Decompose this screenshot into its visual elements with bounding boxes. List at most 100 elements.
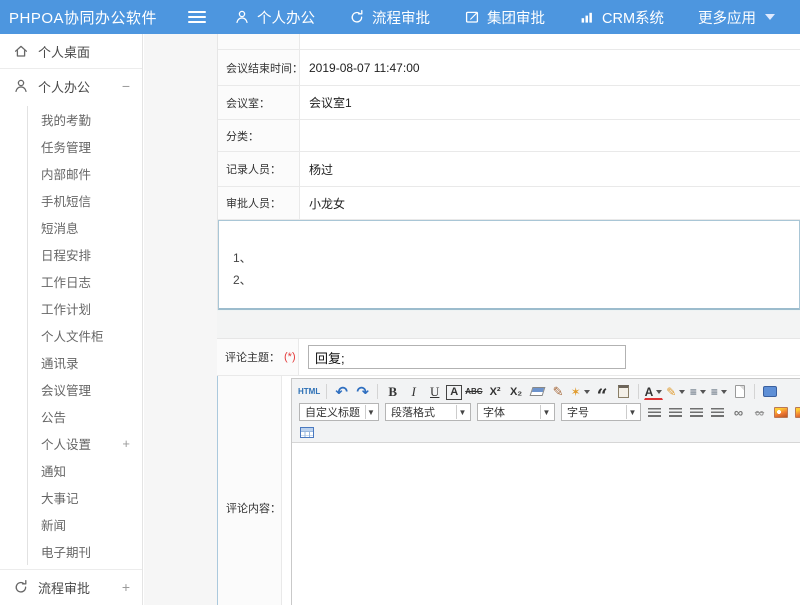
nav-item-personal-office[interactable]: 个人办公 <box>234 7 315 28</box>
sidebar-item[interactable]: 新闻 <box>27 511 142 538</box>
sidebar-item[interactable]: 我的考勤 <box>27 106 142 133</box>
font-name-button[interactable]: A <box>446 385 462 400</box>
sidebar-item[interactable]: 内部邮件 <box>27 160 142 187</box>
new-page-button[interactable] <box>730 383 749 400</box>
collapse-minus-icon[interactable]: − <box>122 78 130 94</box>
field-value: 杨过 <box>300 152 800 186</box>
field-label: 记录人员： <box>218 152 300 186</box>
editor-content-area[interactable] <box>292 442 800 605</box>
font-color-button[interactable]: A <box>644 386 664 400</box>
top-header: PHPOA协同办公软件 个人办公 流程审批 集团审批 CRM系统 更多应用 <box>0 0 800 34</box>
nav-item-group-approval[interactable]: 集团审批 <box>464 7 545 28</box>
image-button[interactable] <box>771 404 790 421</box>
sidebar-item[interactable]: 工作日志 <box>27 268 142 295</box>
unordered-list-button[interactable]: ≡ <box>709 383 728 400</box>
bold-button[interactable]: B <box>383 383 402 400</box>
blockquote-button[interactable]: “ <box>593 383 612 400</box>
caret-down-icon <box>700 390 706 394</box>
sidebar-item[interactable]: 个人文件柜 <box>27 322 142 349</box>
table-row: 会议结束时间：2019-08-07 11:47:00 <box>218 50 800 86</box>
caret-down-icon: ▼ <box>540 405 552 419</box>
font-family-select[interactable]: 字体▼ <box>477 403 555 421</box>
sidebar-item-personal-desktop[interactable]: 个人桌面 <box>0 34 142 68</box>
sidebar-item[interactable]: 通知 <box>27 457 142 484</box>
meeting-content-box: 1、2、 <box>218 220 800 310</box>
nav-item-more-apps[interactable]: 更多应用 <box>698 7 775 28</box>
sidebar-item[interactable]: 工作计划 <box>27 295 142 322</box>
sidebar-item[interactable]: 日程安排 <box>27 241 142 268</box>
sidebar-item[interactable]: 通讯录 <box>27 349 142 376</box>
align-center-button[interactable] <box>666 404 685 421</box>
sidebar-item[interactable]: 会议管理 <box>27 376 142 403</box>
expand-plus-icon[interactable]: + <box>122 579 130 595</box>
remove-format-button[interactable] <box>528 383 547 400</box>
chart-icon <box>579 9 595 25</box>
table-row <box>218 34 800 50</box>
highlight-color-button[interactable]: ✎ <box>665 383 686 400</box>
editor-toolbar-row-2: 自定义标题▼ 段落格式▼ 字体▼ 字号▼ ∞∞ <box>292 401 800 422</box>
person-icon <box>13 78 29 94</box>
ordered-list-button[interactable]: ≡ <box>688 383 707 400</box>
comment-content-row: 评论内容： HTML↶↷BIUAABCX²X₂✎✶“A✎≡≡ 自定义标题▼段落格… <box>217 376 800 605</box>
expand-plus-icon[interactable]: + <box>122 436 130 451</box>
sidebar-group-workflow-approval[interactable]: 流程审批 + <box>0 570 142 604</box>
subscript-button[interactable]: X₂ <box>507 383 526 400</box>
custom-heading-select[interactable]: 自定义标题▼ <box>299 403 379 421</box>
caret-down-icon: ▼ <box>456 405 468 419</box>
source-code-button[interactable]: HTML <box>297 383 321 400</box>
font-size-select[interactable]: 字号▼ <box>561 403 641 421</box>
undo-button[interactable]: ↶ <box>332 383 351 400</box>
strikethrough-button[interactable]: ABC <box>464 383 483 400</box>
sidebar-item[interactable]: 大事记 <box>27 484 142 511</box>
multi-image-button[interactable] <box>792 404 800 421</box>
sidebar-item[interactable]: 短消息 <box>27 214 142 241</box>
sidebar-item[interactable]: 任务管理 <box>27 133 142 160</box>
format-brush-button[interactable]: ✎ <box>549 383 568 400</box>
paste-button[interactable] <box>614 383 633 400</box>
sidebar-item[interactable]: 电子期刊 <box>27 538 142 565</box>
insert-table-button[interactable] <box>297 424 316 441</box>
nav-item-label: CRM系统 <box>602 7 664 28</box>
comment-subject-input[interactable] <box>308 345 626 369</box>
required-mark: (*) <box>284 351 296 363</box>
align-right-button[interactable] <box>687 404 706 421</box>
fullscreen-button[interactable] <box>760 383 779 400</box>
app-title: PHPOA协同办公软件 <box>0 7 188 28</box>
field-value: 会议室1 <box>300 86 800 119</box>
nav-item-workflow-approval[interactable]: 流程审批 <box>349 7 430 28</box>
refresh-icon <box>349 9 365 25</box>
sidebar-item[interactable]: 手机短信 <box>27 187 142 214</box>
home-icon <box>13 43 29 59</box>
field-label: 会议室： <box>218 86 300 119</box>
menu-icon[interactable] <box>188 11 206 24</box>
toolbar-separator <box>326 384 327 399</box>
italic-button[interactable]: I <box>404 383 423 400</box>
nav-item-label: 更多应用 <box>698 7 756 28</box>
person-icon <box>234 9 250 25</box>
superscript-button[interactable]: X² <box>486 383 505 400</box>
field-label: 会议结束时间： <box>218 50 300 85</box>
link-button[interactable]: ∞ <box>729 404 748 421</box>
unlink-button[interactable]: ∞ <box>750 404 769 421</box>
sidebar-item[interactable]: 公告 <box>27 403 142 430</box>
meeting-detail-table: 会议结束时间：2019-08-07 11:47:00会议室：会议室1分类：记录人… <box>217 34 800 310</box>
nav-item-label: 个人办公 <box>257 7 315 28</box>
toolbar-separator <box>377 384 378 399</box>
refresh-icon <box>13 579 29 595</box>
paragraph-format-select[interactable]: 段落格式▼ <box>385 403 471 421</box>
redo-button[interactable]: ↷ <box>353 383 372 400</box>
align-justify-button[interactable] <box>708 404 727 421</box>
caret-down-icon: ▼ <box>626 405 638 419</box>
sidebar-group-personal-office[interactable]: 个人办公 − <box>0 69 142 103</box>
field-value: 小龙女 <box>300 187 800 219</box>
sidebar-item[interactable]: 个人设置+ <box>27 430 142 457</box>
nav-item-crm-system[interactable]: CRM系统 <box>579 7 664 28</box>
remove-format-button-icon <box>529 387 545 396</box>
align-left-button[interactable] <box>645 404 664 421</box>
auto-typeset-button[interactable]: ✶ <box>570 383 591 400</box>
underline-button[interactable]: U <box>425 383 444 400</box>
content-line: 1、 <box>233 247 799 269</box>
caret-down-icon <box>679 390 685 394</box>
table-row: 审批人员：小龙女 <box>218 187 800 220</box>
field-value <box>300 120 800 151</box>
